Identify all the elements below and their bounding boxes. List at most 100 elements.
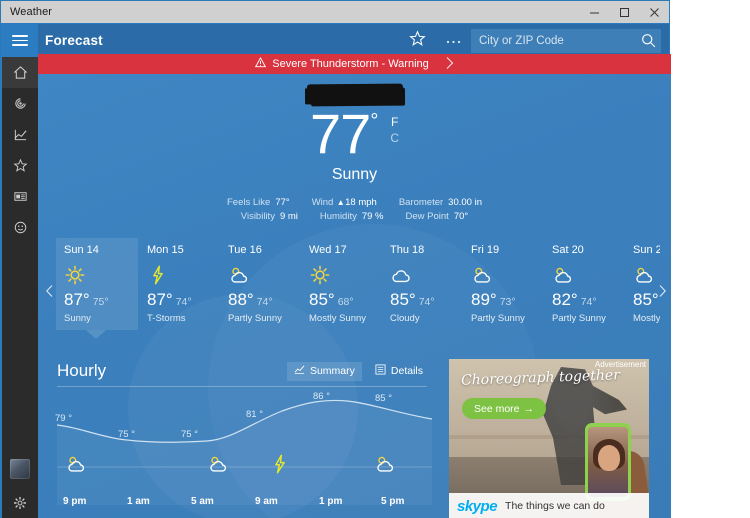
forecast-card-tue-16[interactable]: Tue 16 88° 74° Partly Sunny	[220, 238, 300, 338]
forecast-card-sun-14[interactable]: Sun 14 87° 75° Sunny	[56, 238, 138, 338]
sidebar-nav	[2, 24, 38, 518]
unit-fahrenheit[interactable]: F	[390, 114, 399, 130]
hourly-section: Hourly Summary Details 79 ° 75 ° 75 ° 81…	[38, 356, 438, 518]
hamburger-menu-button[interactable]	[2, 24, 38, 57]
forecast-card-wed-17[interactable]: Wed 17 85° 68° Mostly Sunny	[301, 238, 381, 338]
ad-see-more-button[interactable]: See more →	[462, 398, 547, 419]
chevron-right-icon[interactable]	[445, 56, 454, 73]
current-condition-text: Sunny	[331, 166, 378, 183]
arrow-right-icon: →	[523, 402, 535, 415]
smiley-icon	[13, 220, 28, 235]
tab-details[interactable]: Details	[368, 362, 430, 381]
forecast-card-sat-20[interactable]: Sat 20 82° 74° Partly Sunny	[544, 238, 624, 338]
stat-feels-like: Feels Like 77°	[227, 196, 290, 210]
unit-toggle[interactable]: F C	[390, 114, 399, 146]
window-controls	[579, 1, 669, 23]
forecast-day: Sun 14	[64, 244, 99, 256]
forecast-card-mon-15[interactable]: Mon 15 87° 74° T-Storms	[139, 238, 219, 338]
partly-cloudy-icon	[471, 262, 543, 288]
forecast-card-sun-21[interactable]: Sun 21 85° Mostly C	[625, 238, 660, 338]
severe-weather-alert-bar[interactable]: Severe Thunderstorm - Warning	[38, 54, 671, 74]
daily-forecast-strip: Sun 14 87° 75° Sunny Mon 15 87° 74° T-St…	[38, 238, 671, 338]
forecast-day: Thu 18	[390, 244, 425, 256]
sunny-icon	[64, 262, 138, 288]
close-button[interactable]	[639, 1, 669, 23]
forecast-day: Tue 16	[228, 244, 262, 256]
stat-value: ▴ 18 mph	[338, 197, 376, 208]
forecast-temps: 82° 74°	[552, 290, 624, 310]
line-chart-icon	[294, 364, 305, 378]
unit-celsius[interactable]: C	[390, 130, 399, 146]
forecast-high: 82°	[552, 290, 578, 309]
sidebar-item-settings[interactable]	[2, 487, 38, 518]
forecast-low: 74°	[418, 296, 435, 308]
list-icon	[375, 364, 386, 378]
stat-label: Visibility	[240, 211, 275, 222]
app-header: Forecast City or ZIP Code	[38, 24, 669, 57]
forecast-day: Fri 19	[471, 244, 500, 256]
home-icon	[13, 65, 28, 80]
forecast-high: 87°	[147, 290, 173, 309]
favorite-button[interactable]	[399, 24, 435, 57]
stat-humidity: Humidity 79 %	[320, 210, 384, 224]
search-input[interactable]: City or ZIP Code	[471, 28, 661, 54]
maximize-button[interactable]	[609, 1, 639, 23]
partly-cloudy-icon	[65, 453, 87, 475]
forecast-description: Mostly C	[633, 313, 660, 324]
thunderstorm-icon	[269, 453, 291, 475]
forecast-temps: 87° 74°	[147, 290, 219, 310]
forecast-prev-button[interactable]	[42, 284, 56, 301]
more-options-button[interactable]	[435, 24, 471, 57]
location-name-redacted	[306, 83, 403, 105]
forecast-description: Partly Sunny	[471, 313, 525, 324]
forecast-low: 68°	[337, 296, 354, 308]
window-titlebar[interactable]: Weather	[1, 1, 669, 23]
forecast-card-thu-18[interactable]: Thu 18 85° 74° Cloudy	[382, 238, 462, 338]
ad-footer: skype The things we can do	[449, 493, 649, 518]
advertisement-banner[interactable]: Advertisement Choreograph together See m…	[449, 359, 649, 518]
forecast-day: Mon 15	[147, 244, 184, 256]
partly-cloudy-icon	[207, 453, 229, 475]
partly-cloudy-icon	[552, 262, 624, 288]
avatar[interactable]	[10, 459, 30, 479]
stat-value: 79 %	[361, 211, 384, 222]
sidebar-item-favorites[interactable]	[2, 150, 38, 181]
sidebar-item-send-feedback[interactable]	[2, 212, 38, 243]
forecast-low: 73°	[499, 296, 516, 308]
cloudy-icon	[390, 262, 462, 288]
tab-summary[interactable]: Summary	[286, 361, 362, 381]
stat-label: Feels Like	[227, 197, 271, 208]
chart-value-label-0: 79 °	[55, 413, 73, 424]
alert-text: Severe Thunderstorm - Warning	[272, 58, 429, 70]
tab-summary-label: Summary	[309, 365, 355, 377]
sidebar-item-historical-weather[interactable]	[2, 119, 38, 150]
stat-wind: Wind ▴ 18 mph	[312, 196, 377, 210]
search-icon[interactable]	[640, 32, 657, 54]
minimize-button[interactable]	[579, 1, 609, 23]
ad-tagline: The things we can do	[505, 500, 605, 512]
sidebar-item-home[interactable]	[2, 57, 38, 88]
stats-row-2: Visibility 9 mi Humidity 79 % Dew Point 70°	[38, 210, 671, 224]
forecast-low: 74°	[256, 296, 273, 308]
sidebar-item-maps[interactable]	[2, 88, 38, 119]
forecast-high: 87°	[64, 290, 90, 309]
current-stats: Feels Like 77° Wind ▴ 18 mph Barometer 30.00…	[38, 196, 671, 224]
ad-person-face	[598, 445, 620, 471]
chart-x-label-4: 1 pm	[319, 496, 343, 507]
hourly-temperature-chart[interactable]: 79 ° 75 ° 75 ° 81 ° 86 ° 85 ° 9 pm 1 am …	[55, 387, 432, 507]
forecast-day: Wed 17	[309, 244, 347, 256]
wind-direction-arrow-icon: ▴	[338, 197, 344, 208]
weather-app-window: Weather Forecast City or ZIP Code Severe…	[0, 0, 671, 518]
sidebar-item-news[interactable]	[2, 181, 38, 212]
hourly-view-toggles: Summary Details	[286, 361, 438, 381]
forecast-temps: 88° 74°	[228, 290, 300, 310]
chart-x-label-1: 1 am	[127, 496, 150, 507]
chart-icon	[13, 127, 28, 142]
chart-x-label-5: 5 pm	[381, 496, 405, 507]
current-conditions: 77 ° F C Sunny Feels Like 77° Wind ▴ 18 mp	[38, 74, 671, 224]
forecast-card-fri-19[interactable]: Fri 19 89° 73° Partly Sunny	[463, 238, 543, 338]
forecast-description: Partly Sunny	[552, 313, 606, 324]
forecast-temps: 85° 74°	[390, 290, 462, 310]
star-icon	[408, 29, 426, 52]
current-temperature: 77	[310, 102, 371, 165]
